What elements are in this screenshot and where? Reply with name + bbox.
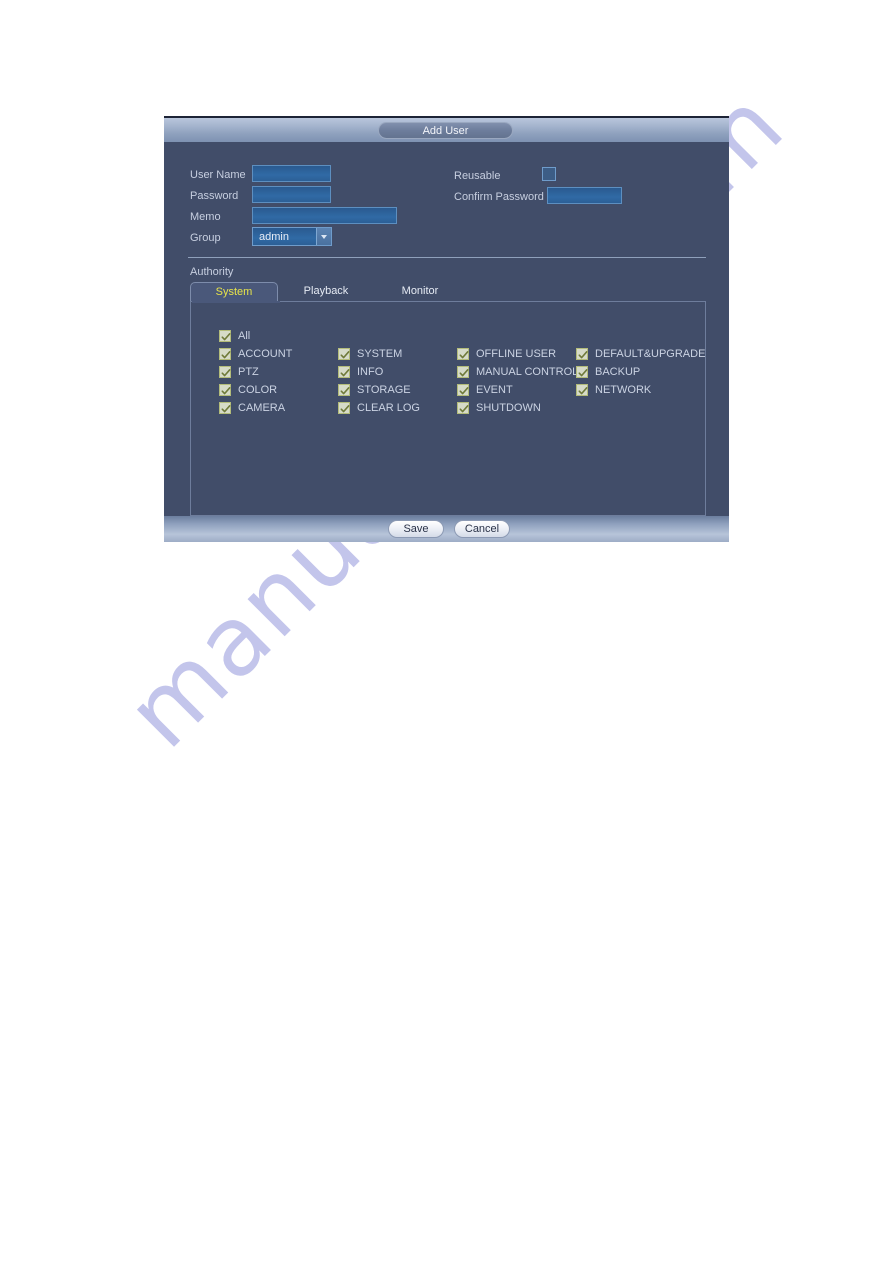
permission-label: MANUAL CONTROL [476,365,579,378]
cancel-button[interactable]: Cancel [454,520,510,538]
permission-label: EVENT [476,383,513,396]
permission-label: ACCOUNT [238,347,293,360]
permission-manual-control[interactable]: MANUAL CONTROL [457,364,578,380]
permission-network[interactable]: NETWORK [576,382,651,398]
permission-label: CLEAR LOG [357,401,420,414]
tab-playback[interactable]: Playback [286,282,366,302]
permission-label: INFO [357,365,384,378]
permission-label: All [238,329,251,342]
permission-label: DEFAULT&UPGRADE [595,347,706,360]
tab-system[interactable]: System [190,282,278,302]
password-input-fill [253,187,330,202]
group-select-value: admin [259,231,289,243]
checkbox-checked-icon [338,366,350,378]
chevron-down-icon[interactable] [316,228,331,245]
tab-monitor[interactable]: Monitor [380,282,460,302]
permission-label: PTZ [238,365,259,378]
save-button[interactable]: Save [388,520,444,538]
permission-label: STORAGE [357,383,411,396]
password-label: Password [190,190,239,202]
password-input[interactable] [252,186,331,203]
dialog-footer: Save Cancel [164,516,729,542]
authority-tabstrip: System Playback Monitor [190,282,706,302]
dialog-body: User Name Password Memo Group admin Reus… [164,142,729,516]
checkbox-checked-icon [219,384,231,396]
permission-account[interactable]: ACCOUNT [219,346,292,362]
add-user-dialog: Add User User Name Password Memo Group a… [164,116,729,542]
permission-label: OFFLINE USER [476,347,557,360]
permission-label: BACKUP [595,365,641,378]
checkbox-checked-icon [219,330,231,342]
checkbox-checked-icon [576,366,588,378]
permission-label: SYSTEM [357,347,403,360]
dialog-titlebar: Add User [164,118,729,142]
tab-panel-joint [192,301,280,303]
confirm-password-input-fill [548,188,621,203]
checkbox-checked-icon [457,384,469,396]
permission-offline-user[interactable]: OFFLINE USER [457,346,556,362]
checkbox-checked-icon [219,402,231,414]
reusable-label: Reusable [454,170,501,182]
permission-label: SHUTDOWN [476,401,541,414]
permission-clear-log[interactable]: CLEAR LOG [338,400,420,416]
group-select[interactable]: admin [252,227,332,246]
permission-storage[interactable]: STORAGE [338,382,411,398]
checkbox-checked-icon [576,384,588,396]
permission-system[interactable]: SYSTEM [338,346,402,362]
username-label: User Name [190,169,246,181]
form-divider [188,257,706,258]
permission-all[interactable]: All [219,328,250,344]
permission-event[interactable]: EVENT [457,382,513,398]
permission-ptz[interactable]: PTZ [219,364,259,380]
permission-camera[interactable]: CAMERA [219,400,285,416]
checkbox-checked-icon [338,348,350,360]
username-input[interactable] [252,165,331,182]
authority-panel: All ACCOUNT PTZ COLOR CAMERA SYSTEM INFO… [190,301,706,516]
confirm-password-label: Confirm Password [454,191,544,203]
permission-label: NETWORK [595,383,652,396]
permission-default-upgrade[interactable]: DEFAULT&UPGRADE [576,346,705,362]
dialog-title: Add User [422,125,469,137]
memo-input[interactable] [252,207,397,224]
reusable-checkbox[interactable] [542,167,556,181]
checkbox-checked-icon [457,402,469,414]
permission-info[interactable]: INFO [338,364,383,380]
memo-input-fill [253,208,396,223]
memo-label: Memo [190,211,221,223]
checkbox-checked-icon [338,402,350,414]
permission-shutdown[interactable]: SHUTDOWN [457,400,541,416]
confirm-password-input[interactable] [547,187,622,204]
permission-label: COLOR [238,383,278,396]
checkbox-checked-icon [219,348,231,360]
permission-backup[interactable]: BACKUP [576,364,640,380]
checkbox-checked-icon [338,384,350,396]
checkbox-checked-icon [457,366,469,378]
dialog-title-pill: Add User [378,122,513,139]
group-label: Group [190,232,221,244]
checkbox-checked-icon [576,348,588,360]
permission-label: CAMERA [238,401,286,414]
permission-color[interactable]: COLOR [219,382,277,398]
checkbox-checked-icon [219,366,231,378]
authority-section-label: Authority [190,266,234,278]
username-input-fill [253,166,330,181]
checkbox-checked-icon [457,348,469,360]
